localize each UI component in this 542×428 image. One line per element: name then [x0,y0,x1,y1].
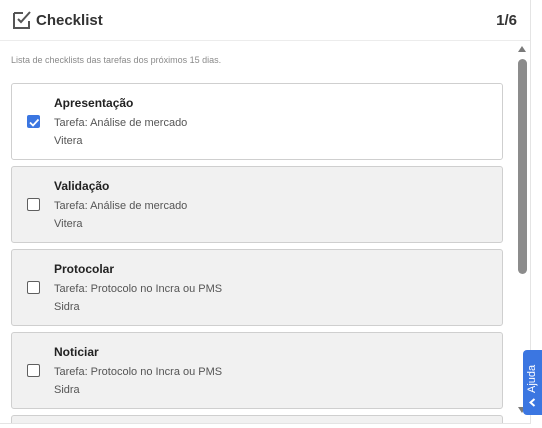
chevron-left-icon [527,395,538,413]
checklist-item[interactable]: Noticiar Tarefa: Protocolo no Incra ou P… [11,332,503,409]
scroll-up-arrow-icon[interactable] [518,46,526,52]
checklist-icon [11,9,33,31]
item-project: Sidra [54,301,80,313]
item-task: Tarefa: Análise de mercado [54,200,188,212]
item-project: Vitera [54,135,83,147]
item-title: Noticiar [54,345,99,359]
panel-header: Checklist 1/6 [0,0,530,41]
scrollbar-thumb[interactable] [518,59,527,274]
checklist-list: Apresentação Tarefa: Análise de mercado … [11,83,503,423]
checklist-item[interactable]: Protocolar Tarefa: Protocolo no Incra ou… [11,249,503,326]
checklist-counter: 1/6 [496,12,517,29]
checklist-item-partial[interactable] [11,415,503,423]
item-task: Tarefa: Análise de mercado [54,117,188,129]
item-task: Tarefa: Protocolo no Incra ou PMS [54,283,223,295]
checklist-item[interactable]: Validação Tarefa: Análise de mercado Vit… [11,166,503,243]
check-icon [29,118,40,127]
page-title: Checklist [36,12,103,29]
item-project: Vitera [54,218,83,230]
help-label: Ajuda [526,364,538,393]
item-title: Protocolar [54,262,115,276]
checkbox-unchecked[interactable] [27,198,40,211]
item-title: Validação [54,179,110,193]
checklist-item[interactable]: Apresentação Tarefa: Análise de mercado … [11,83,503,160]
checklist-panel: Checklist 1/6 Lista de checklists das ta… [0,0,531,424]
item-project: Sidra [54,384,80,396]
checkbox-unchecked[interactable] [27,281,40,294]
checkbox-checked[interactable] [27,115,40,128]
help-tab-button[interactable]: Ajuda [523,350,542,415]
item-task: Tarefa: Protocolo no Incra ou PMS [54,366,223,378]
item-title: Apresentação [54,96,134,110]
list-description: Lista de checklists das tarefas dos próx… [11,55,222,65]
checkbox-unchecked[interactable] [27,364,40,377]
